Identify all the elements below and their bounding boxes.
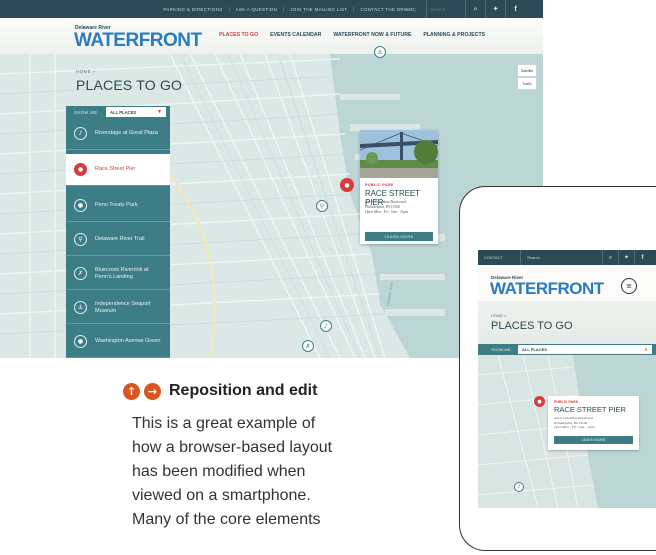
filter-bar: SHOW ME ALL PLACES ▼ <box>66 106 170 118</box>
satellite-toggle[interactable]: Satellite <box>517 64 537 77</box>
phone-page-title: PLACES TO GO <box>491 320 573 332</box>
caption-line: Many of the core elements <box>132 511 321 528</box>
place-item-penn-treaty-park[interactable]: ● Penn Treaty Park <box>66 190 170 222</box>
phone-utility-bar: CONTACT Search ⌕ ✦ f <box>478 250 656 265</box>
mailing-list-link[interactable]: JOIN THE MAILING LIST <box>283 6 353 12</box>
phone-contact-menu[interactable]: CONTACT <box>478 255 520 260</box>
place-name: Delaware River Trail <box>95 236 145 242</box>
music-icon: ♪ <box>74 127 87 140</box>
place-item-riverrink[interactable]: ✗ Bluecross Riverrink at Penn's Landing <box>66 258 170 290</box>
place-item-race-street-pier[interactable]: ● Race Street Pier <box>66 154 170 186</box>
place-name: Penn Treaty Park <box>95 202 138 208</box>
nav-waterfront-now-future[interactable]: WATERFRONT NOW & FUTURE <box>333 32 411 38</box>
hamburger-menu-icon[interactable]: ≡ <box>621 278 637 294</box>
caption-title: Reposition and edit <box>169 382 318 399</box>
skate-map-icon[interactable]: ✗ <box>302 340 314 352</box>
search-input[interactable] <box>427 4 465 14</box>
utility-bar: PARKING & DIRECTIONS ASK A QUESTION JOIN… <box>0 0 543 18</box>
place-name: Race Street Pier <box>95 166 136 172</box>
site-logo[interactable]: WATERFRONT <box>74 30 202 52</box>
chevron-down-icon: ▼ <box>644 347 648 352</box>
filter-select[interactable]: ALL PLACES ▼ <box>106 107 166 117</box>
twitter-icon[interactable]: ✦ <box>485 0 505 18</box>
address-line: North Columbus Boulevard <box>554 416 593 420</box>
breadcrumb[interactable]: HOME » <box>76 69 96 74</box>
arrow-up-icon: ↑ <box>123 382 140 400</box>
phone-map-pin-icon[interactable]: ● <box>534 396 545 407</box>
search-icon[interactable]: ⌕ <box>602 250 618 265</box>
main-nav: PLACES TO GO EVENTS CALENDAR WATERFRONT … <box>219 32 485 38</box>
place-info-card: PUBLIC PARK RACE STREET PIER North Colum… <box>360 130 438 244</box>
traffic-toggle[interactable]: Traffic <box>517 77 537 90</box>
place-item-delaware-river-trail[interactable]: ⚲ Delaware River Trail <box>66 224 170 256</box>
caption-body: This is a great example of how a browser… <box>132 412 392 532</box>
phone-screen: CONTACT Search ⌕ ✦ f Delaware River WATE… <box>478 250 656 508</box>
card-address: North Columbus Boulevard Philadelphia, P… <box>365 200 408 215</box>
place-item-riverstage[interactable]: ♪ Riverstage at Great Plaza <box>66 118 170 150</box>
nav-places-to-go[interactable]: PLACES TO GO <box>219 32 258 38</box>
caption-line: viewed on a smartphone. <box>132 487 311 504</box>
phone-filter-select[interactable]: ALL PLACES ▼ <box>518 345 652 354</box>
twitter-icon[interactable]: ✦ <box>618 250 634 265</box>
caption-heading: ↑ → Reposition and edit <box>123 382 317 400</box>
learn-more-button[interactable]: LEARN MORE <box>365 232 433 241</box>
ask-question-link[interactable]: ASK A QUESTION <box>228 6 284 12</box>
search-icon[interactable]: ⌕ <box>465 0 485 18</box>
bicycle-icon: ⚲ <box>74 233 87 246</box>
place-name: Riverstage at Great Plaza <box>95 130 158 136</box>
site-header: Delaware River WATERFRONT PLACES TO GO E… <box>0 18 543 54</box>
water-drop-icon: ● <box>74 335 87 348</box>
place-item-seaport-museum[interactable]: ⚓ Independence Seaport Museum <box>66 292 170 324</box>
skate-icon: ✗ <box>74 267 87 280</box>
place-name: Washington Avenue Green <box>95 338 161 344</box>
nav-planning-projects[interactable]: PLANNING & PROJECTS <box>423 32 485 38</box>
caption-line: This is a great example of <box>132 415 316 432</box>
place-name: Bluecross Riverrink at Penn's Landing <box>95 266 149 280</box>
phone-filter-bar: SHOW ME ALL PLACES ▼ <box>478 344 656 355</box>
phone-card-address: North Columbus Boulevard Philadelphia, P… <box>554 416 595 430</box>
filter-value: ALL PLACES <box>110 109 137 115</box>
hours-line: Open Mon - Fri: 7am - 11pm <box>365 210 408 214</box>
phone-card-title: RACE STREET PIER <box>554 405 626 414</box>
bicycle-map-icon[interactable]: ⚲ <box>316 200 328 212</box>
page-title: PLACES TO GO <box>76 77 183 93</box>
phone-header: Delaware River WATERFRONT ≡ <box>478 265 656 301</box>
phone-learn-more-button[interactable]: LEARN MORE <box>554 436 633 444</box>
caption-line: how a browser-based layout <box>132 439 333 456</box>
filter-label: SHOW ME <box>74 109 98 115</box>
card-category: PUBLIC PARK <box>365 183 394 187</box>
phone-breadcrumb[interactable]: HOME » <box>491 313 506 318</box>
places-list: ♪ Riverstage at Great Plaza ● Race Stree… <box>66 118 170 358</box>
parking-link[interactable]: PARKING & DIRECTIONS <box>157 7 228 12</box>
phone-card-category: PUBLIC PARK <box>554 400 579 404</box>
pier-photo <box>360 130 438 178</box>
phone-logo[interactable]: WATERFRONT <box>490 279 604 299</box>
search-box <box>426 0 465 18</box>
phone-place-card: PUBLIC PARK RACE STREET PIER North Colum… <box>548 396 639 450</box>
place-item-washington-avenue-green[interactable]: ● Washington Avenue Green <box>66 326 170 358</box>
phone-filter-label: SHOW ME <box>491 347 511 352</box>
water-drop-icon: ● <box>74 199 87 212</box>
map-pin-icon[interactable]: ● <box>340 178 354 192</box>
arrow-right-icon: → <box>144 382 161 400</box>
anchor-map-icon[interactable]: ⚓ <box>374 46 386 58</box>
chevron-down-icon: ▼ <box>157 109 162 115</box>
facebook-icon[interactable]: f <box>505 0 525 18</box>
nav-events-calendar[interactable]: EVENTS CALENDAR <box>270 32 321 38</box>
anchor-icon: ⚓ <box>74 301 87 314</box>
place-name: Independence Seaport Museum <box>95 300 151 314</box>
contact-link[interactable]: CONTACT THE DRWMC <box>353 6 422 12</box>
phone-filter-value: ALL PLACES <box>522 347 548 352</box>
hours-line: Open Mon - Fri: 7am - 11pm <box>554 425 595 430</box>
music-map-icon[interactable]: ♪ <box>320 320 332 332</box>
caption-line: has been modified when <box>132 463 306 480</box>
facebook-icon[interactable]: f <box>634 250 650 265</box>
phone-music-map-icon[interactable]: ♪ <box>514 482 524 492</box>
water-drop-icon: ● <box>74 163 87 176</box>
phone-search-input[interactable]: Search <box>520 250 602 265</box>
